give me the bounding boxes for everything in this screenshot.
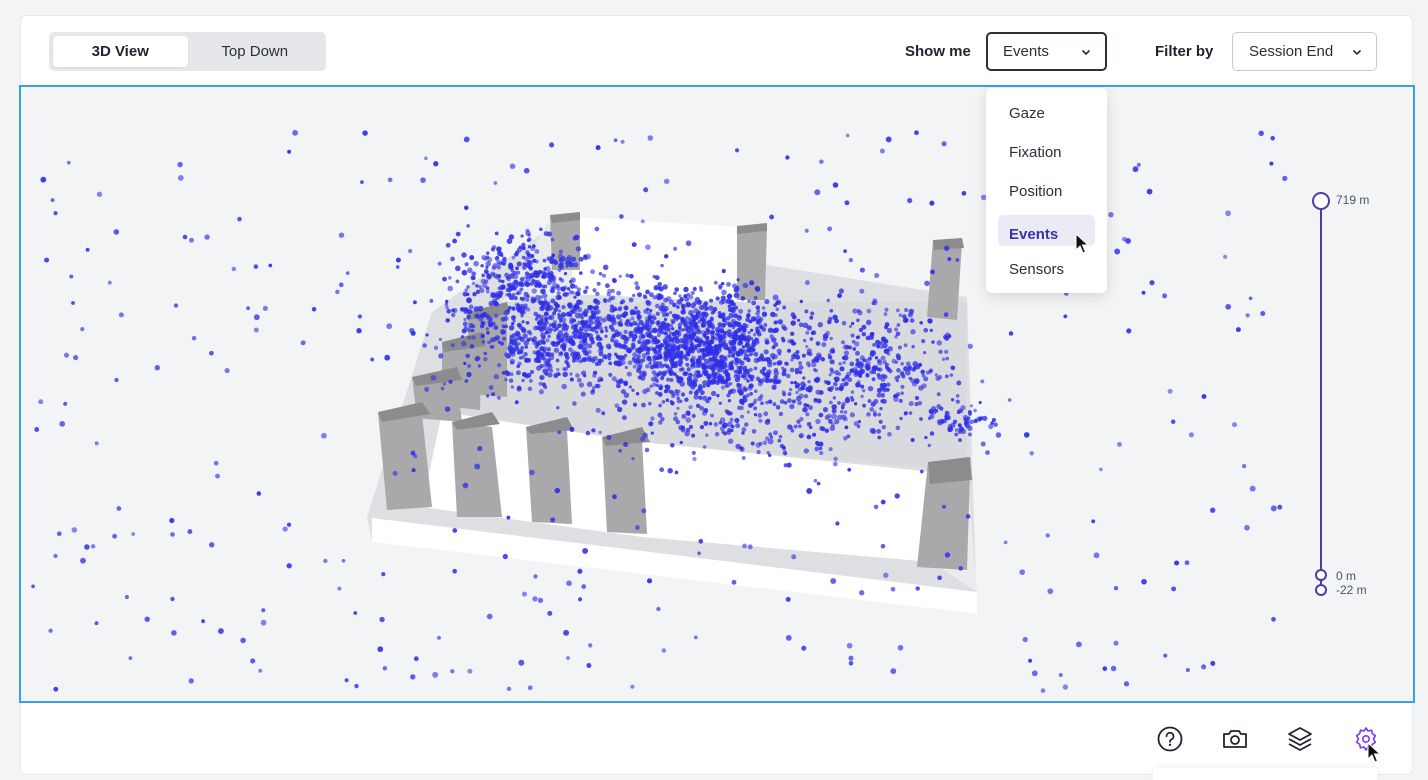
show-me-label: Show me xyxy=(905,43,971,60)
help-icon[interactable] xyxy=(1156,725,1184,753)
mouse-cursor-icon xyxy=(1367,742,1381,763)
filter-by-select[interactable]: Session End xyxy=(1232,32,1377,71)
chevron-down-icon xyxy=(1352,49,1362,55)
3d-scene[interactable] xyxy=(21,87,1415,703)
3d-viewport[interactable] xyxy=(19,85,1415,703)
chevron-down-icon xyxy=(1081,49,1091,55)
altitude-handle-top[interactable] xyxy=(1312,192,1330,210)
dropdown-option-position[interactable]: Position xyxy=(986,172,1107,211)
altitude-handle-mid[interactable] xyxy=(1315,569,1327,581)
altitude-top-label: 719 m xyxy=(1336,193,1370,207)
view-toggle: 3D View Top Down xyxy=(49,32,326,71)
mouse-cursor-icon xyxy=(1075,233,1089,254)
settings-popover xyxy=(1153,768,1377,780)
layers-icon[interactable] xyxy=(1286,725,1314,753)
tab-3d-view[interactable]: 3D View xyxy=(53,36,188,67)
filter-by-label: Filter by xyxy=(1155,43,1214,60)
building-model xyxy=(367,212,977,614)
dropdown-option-gaze[interactable]: Gaze xyxy=(986,94,1107,133)
altitude-bottom-label: -22 m xyxy=(1336,583,1367,597)
altitude-mid-label: 0 m xyxy=(1336,569,1357,583)
altitude-handle-bottom[interactable] xyxy=(1315,584,1327,596)
show-me-select[interactable]: Events xyxy=(986,32,1107,71)
filter-by-value: Session End xyxy=(1249,43,1334,60)
dropdown-option-sensors[interactable]: Sensors xyxy=(986,250,1107,289)
show-me-dropdown: Gaze Fixation Position Events Sensors xyxy=(986,88,1107,293)
dropdown-option-fixation[interactable]: Fixation xyxy=(986,133,1107,172)
tab-top-down[interactable]: Top Down xyxy=(188,36,323,67)
show-me-value: Events xyxy=(1003,43,1049,60)
altitude-slider-track[interactable] xyxy=(1320,200,1322,590)
camera-icon[interactable] xyxy=(1221,725,1249,753)
